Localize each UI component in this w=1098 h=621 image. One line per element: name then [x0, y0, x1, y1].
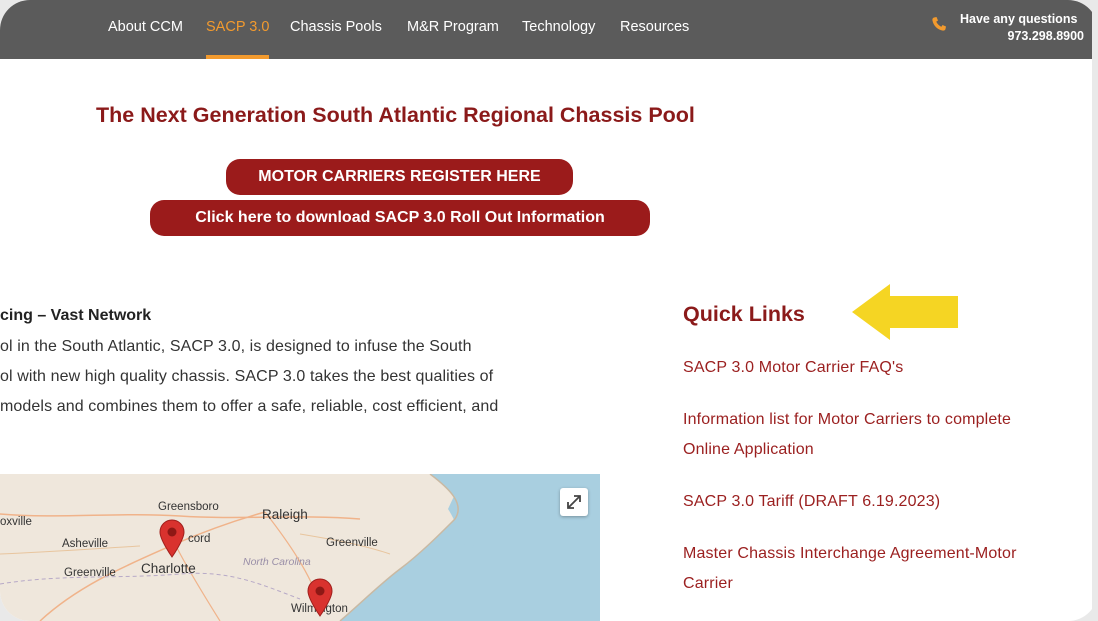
- map-pin-icon[interactable]: [158, 518, 186, 558]
- phone-icon: [932, 17, 946, 31]
- contact-question: Have any questions: [960, 12, 1078, 26]
- quick-link-info-list[interactable]: Information list for Motor Carriers to c…: [683, 411, 1011, 429]
- quick-link-faq[interactable]: SACP 3.0 Motor Carrier FAQ's: [683, 359, 903, 377]
- active-nav-underline: [206, 55, 269, 59]
- top-nav-bar: About CCM SACP 3.0 Chassis Pools M&R Pro…: [0, 0, 1098, 59]
- map-pin-icon[interactable]: [306, 577, 334, 617]
- map-label-knoxville: oxville: [0, 516, 32, 528]
- map-label-greenville-nc: Greenville: [326, 537, 378, 549]
- intro-line: ol in the South Atlantic, SACP 3.0, is d…: [0, 338, 472, 355]
- page-headline: The Next Generation South Atlantic Regio…: [96, 103, 695, 127]
- section-title: cing – Vast Network: [0, 307, 152, 324]
- map-label-asheville: Asheville: [62, 538, 109, 550]
- map-label-concord: cord: [188, 533, 211, 545]
- map-label-north-carolina: North Carolina: [243, 556, 311, 568]
- nav-mr-program[interactable]: M&R Program: [407, 19, 499, 35]
- quick-link-tariff[interactable]: SACP 3.0 Tariff (DRAFT 6.19.2023): [683, 493, 940, 511]
- map-label-greensboro: Greensboro: [158, 501, 219, 513]
- quick-link-info-list[interactable]: Online Application: [683, 441, 814, 459]
- frame-edge: [1092, 0, 1098, 621]
- map-label-greenville-sc: Greenville: [64, 567, 116, 579]
- expand-icon: [567, 495, 581, 509]
- intro-line: ol with new high quality chassis. SACP 3…: [0, 368, 494, 385]
- nav-about-ccm[interactable]: About CCM: [108, 19, 183, 35]
- map-expand-button[interactable]: [560, 488, 588, 516]
- quick-link-interchange-agreement[interactable]: Master Chassis Interchange Agreement-Mot…: [683, 545, 1017, 563]
- arrow-left-icon: [852, 284, 958, 340]
- register-button[interactable]: MOTOR CARRIERS REGISTER HERE: [226, 159, 573, 195]
- nav-chassis-pools[interactable]: Chassis Pools: [290, 19, 382, 35]
- map[interactable]: Greensboro Raleigh oxville Asheville cor…: [0, 474, 600, 621]
- quick-link-interchange-agreement[interactable]: Carrier: [683, 575, 733, 593]
- nav-technology[interactable]: Technology: [522, 19, 595, 35]
- nav-sacp-3[interactable]: SACP 3.0: [206, 19, 269, 35]
- page-frame: About CCM SACP 3.0 Chassis Pools M&R Pro…: [0, 0, 1098, 621]
- download-rollout-button[interactable]: Click here to download SACP 3.0 Roll Out…: [150, 200, 650, 236]
- contact-phone[interactable]: 973.298.8900: [1008, 29, 1084, 43]
- map-label-charlotte: Charlotte: [141, 561, 196, 576]
- nav-resources[interactable]: Resources: [620, 19, 689, 35]
- map-label-raleigh: Raleigh: [262, 507, 308, 522]
- quick-links-title: Quick Links: [683, 302, 805, 326]
- intro-line: models and combines them to offer a safe…: [0, 398, 499, 415]
